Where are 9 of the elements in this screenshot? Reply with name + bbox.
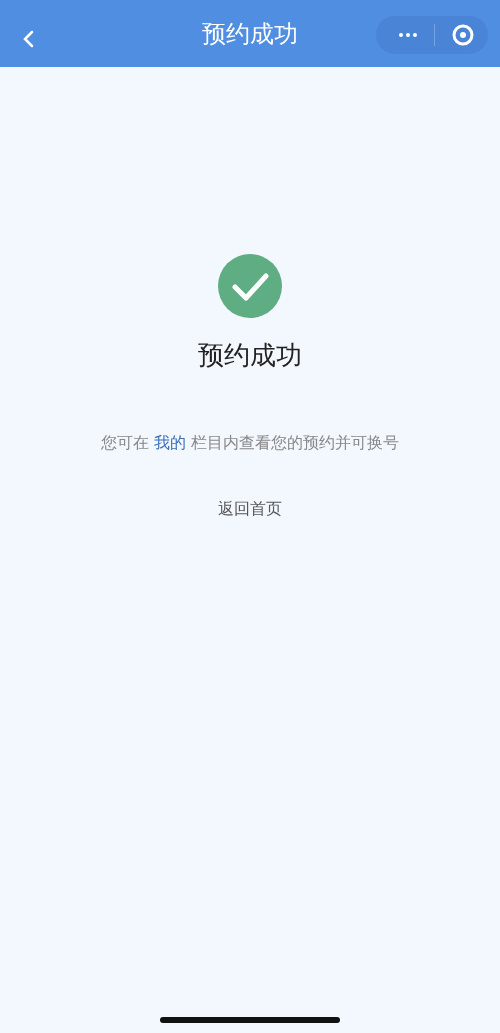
close-icon[interactable] [451,23,475,47]
back-icon[interactable] [22,30,36,48]
success-check-icon [218,254,282,318]
more-icon[interactable] [398,32,418,38]
hint-text: 您可在 我的 栏目内查看您的预约并可换号 [100,432,400,454]
page-title: 预约成功 [202,18,298,50]
my-link[interactable]: 我的 [154,433,186,452]
back-home-link[interactable]: 返回首页 [218,497,282,521]
result-title: 预约成功 [198,339,302,372]
